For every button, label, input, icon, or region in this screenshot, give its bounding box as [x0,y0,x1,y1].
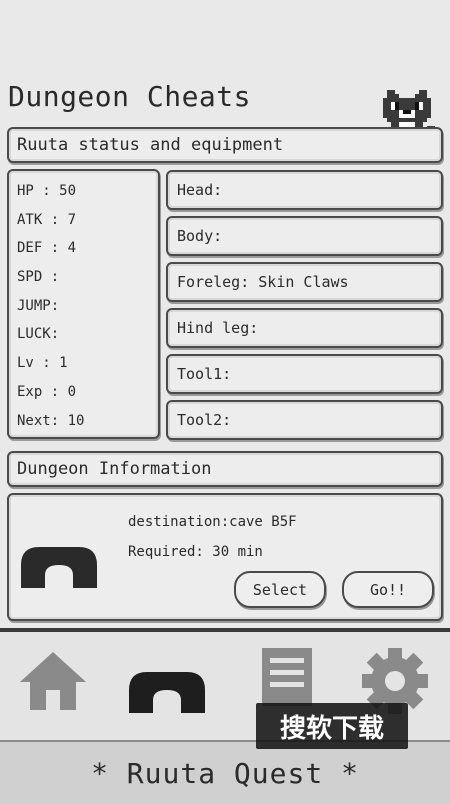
equip-slot-tool1[interactable]: Tool1: [166,354,443,394]
stat-jump: JUMP: [17,297,60,314]
dungeon-header: Dungeon Information [7,451,443,487]
equip-slot-label: Hind leg: [177,319,259,337]
nav-home-icon[interactable] [18,650,88,712]
equip-slot-tool2[interactable]: Tool2: [166,400,443,440]
nav-cave-icon[interactable] [129,668,205,713]
page-title: Dungeon Cheats [8,80,252,113]
equip-slot-hind-leg[interactable]: Hind leg: [166,308,443,348]
equip-slot-body[interactable]: Body: [166,216,443,256]
equip-slot-label: Head: [177,181,223,199]
equip-slot-label: Foreleg: Skin Claws [177,273,349,291]
equip-slot-foreleg[interactable]: Foreleg: Skin Claws [166,262,443,302]
select-button-label: Select [252,580,308,599]
stat-lv: Lv : 1 [17,355,68,372]
stat-next: Next: 10 [17,412,85,429]
dungeon-header-label: Dungeon Information [17,458,212,479]
go-button[interactable]: Go!! [342,571,434,608]
stats-panel: HP : 50 ATK : 7 DEF : 4 SPD : JUMP: LUCK… [7,169,160,439]
footer-title: * Ruuta Quest * [0,740,450,804]
stat-hp: HP : 50 [17,183,77,199]
equip-slot-label: Tool1: [177,365,232,383]
stat-exp: Exp : 0 [17,383,77,400]
stat-spd: SPD : [17,269,60,286]
equip-slot-label: Tool2: [177,411,232,429]
stat-atk: ATK : 7 [17,211,77,228]
dungeon-required-time: Required: 30 min [128,544,263,560]
watermark-label: 搜软下载 [256,703,408,749]
cave-icon [21,543,97,588]
status-header-label: Ruuta status and equipment [17,134,284,155]
status-header: Ruuta status and equipment [7,127,443,163]
equip-slot-head[interactable]: Head: [166,170,443,210]
equip-slot-label: Body: [177,227,223,245]
dungeon-destination: destination:cave B5F [128,514,297,530]
nav-document-icon[interactable] [258,646,316,708]
select-button[interactable]: Select [234,571,326,608]
stat-def: DEF : 4 [17,240,77,257]
go-button-label: Go!! [369,580,407,599]
stat-luck: LUCK: [17,326,60,343]
